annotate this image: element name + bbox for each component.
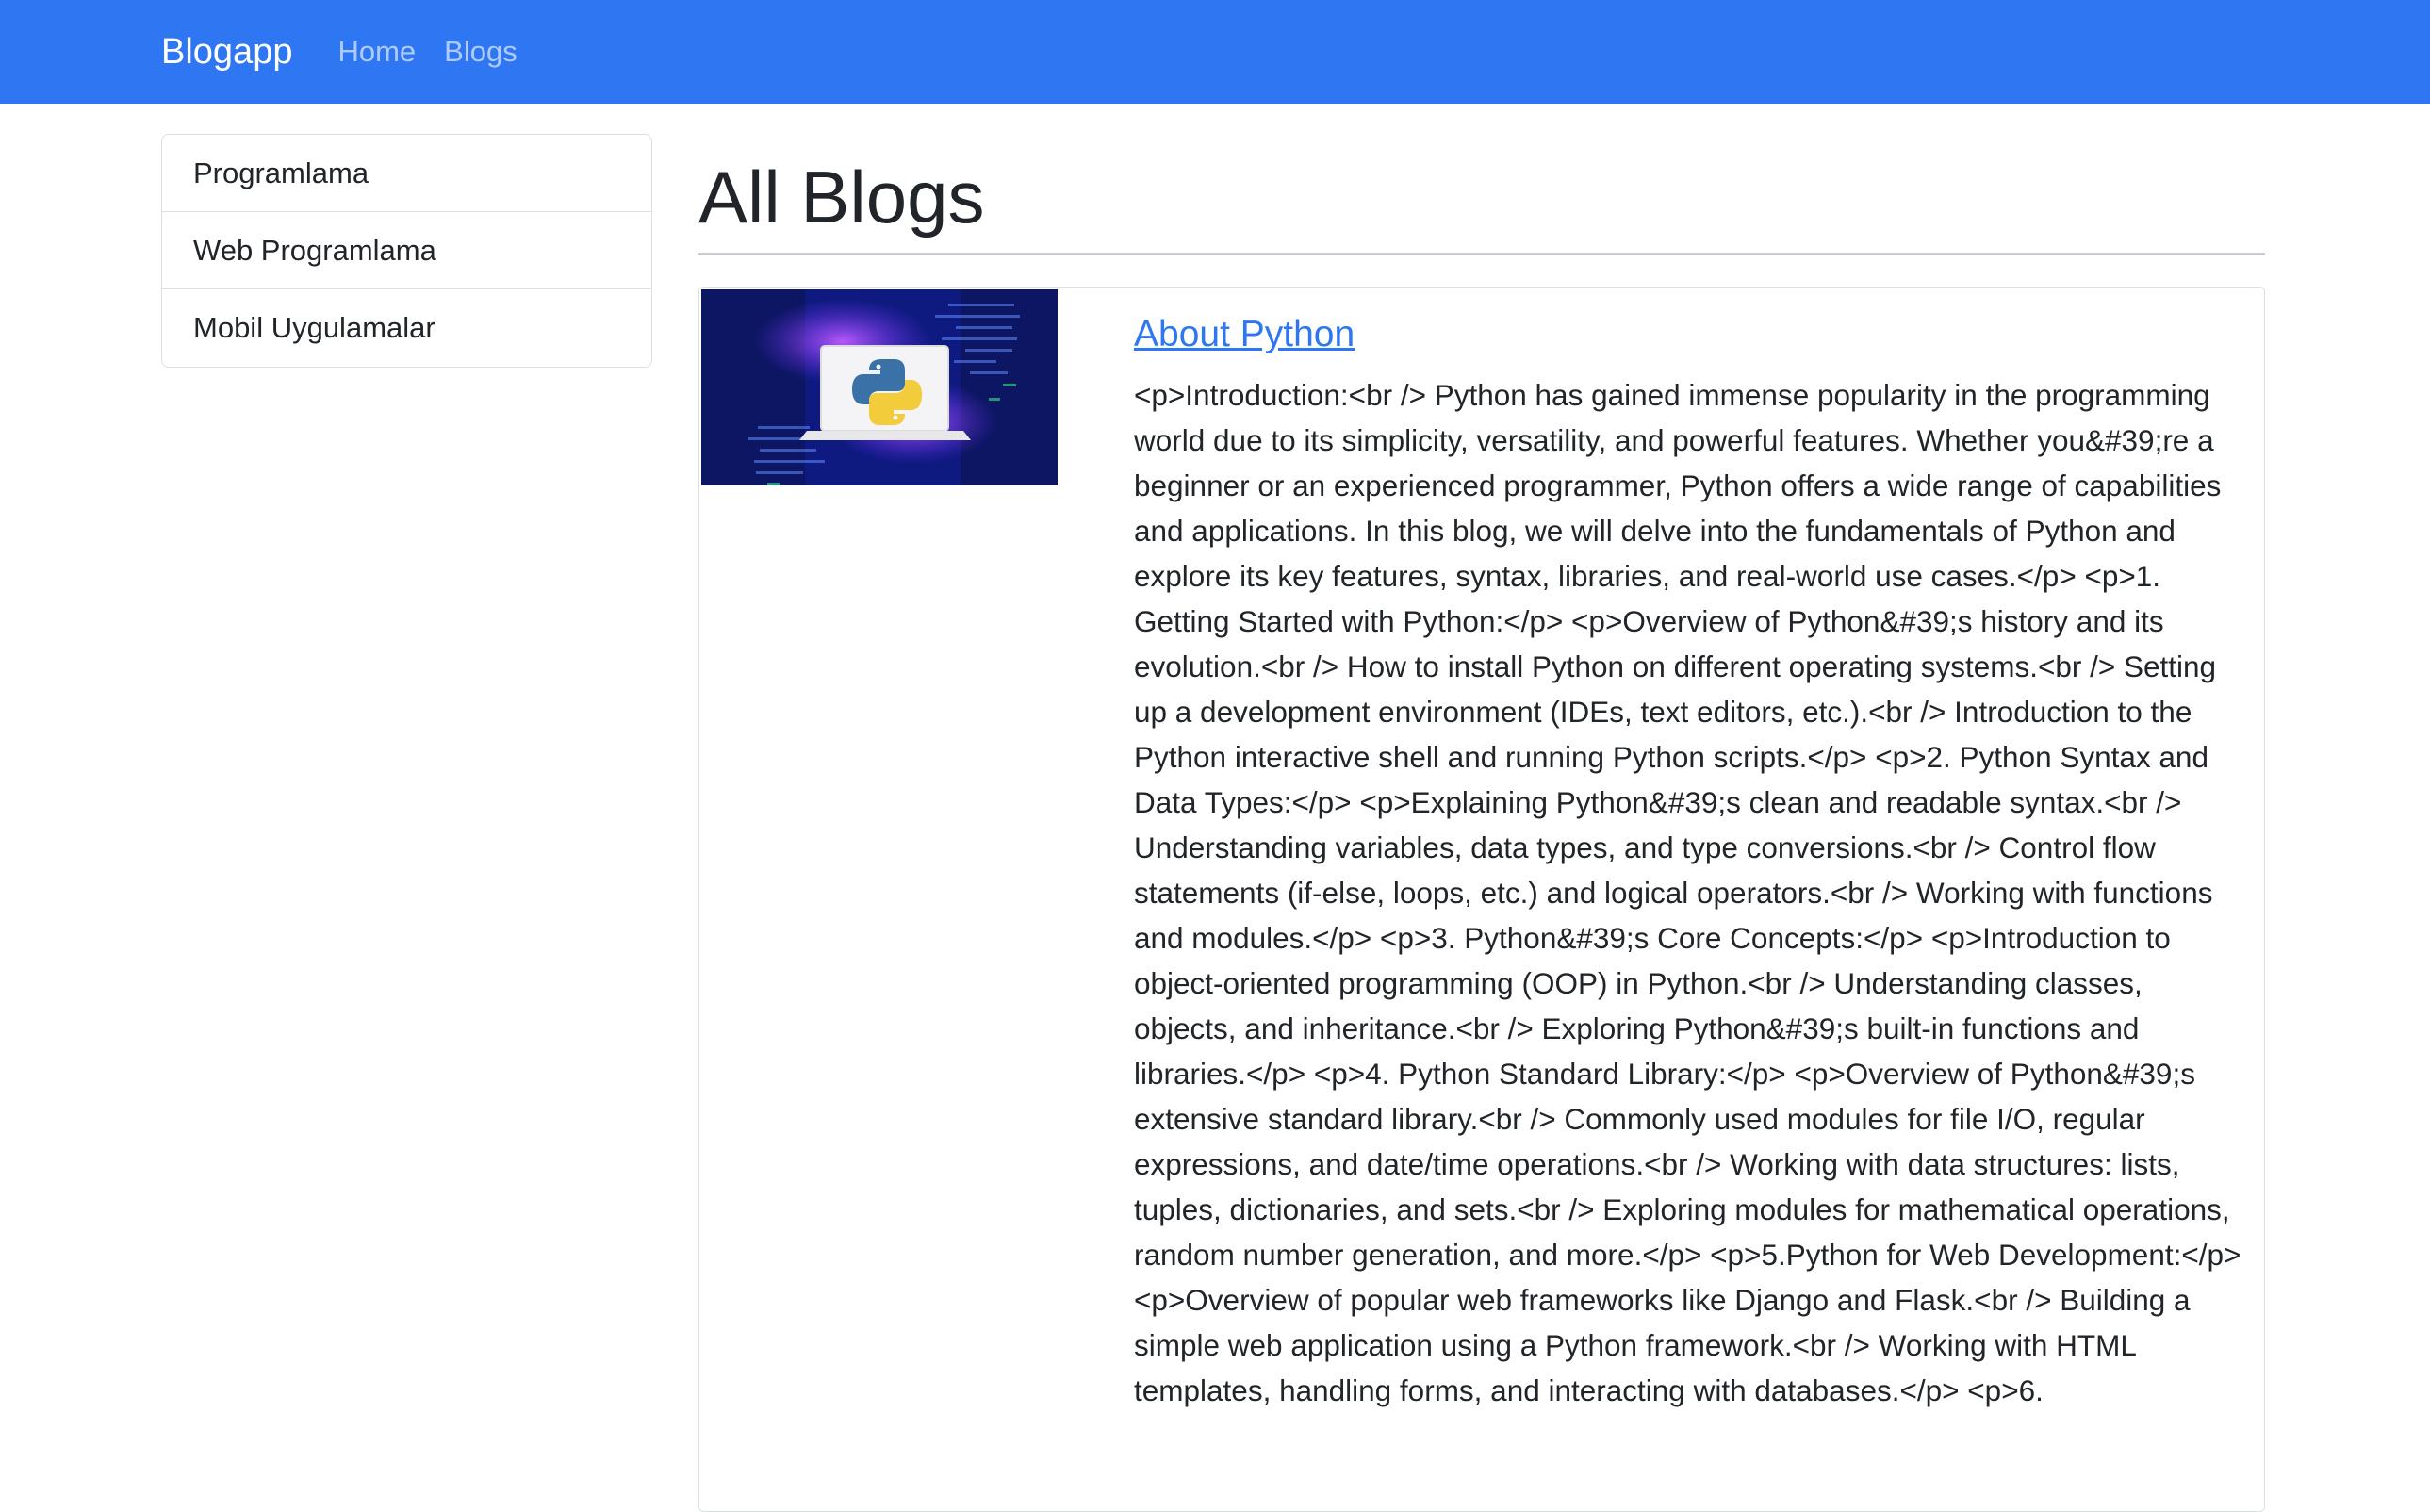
blog-thumbnail[interactable]: [701, 289, 1058, 485]
blog-card: About Python <p>Introduction:<br /> Pyth…: [698, 287, 2265, 1512]
navbar: Blogapp Home Blogs: [0, 0, 2430, 104]
category-item-programlama[interactable]: Programlama: [162, 135, 651, 212]
category-item-mobil-uygulamalar[interactable]: Mobil Uygulamalar: [162, 289, 651, 367]
main-content: All Blogs About Python <p>Introduction:<…: [698, 134, 2265, 1512]
category-item-web-programlama[interactable]: Web Programlama: [162, 212, 651, 289]
nav-link-home[interactable]: Home: [337, 35, 416, 69]
blog-title-link[interactable]: About Python: [1134, 314, 2246, 355]
page-title: All Blogs: [698, 156, 985, 238]
brand-link[interactable]: Blogapp: [161, 32, 292, 73]
blog-excerpt: <p>Introduction:<br /> Python has gained…: [1134, 378, 2241, 1407]
category-list: Programlama Web Programlama Mobil Uygula…: [161, 134, 652, 368]
blog-body: About Python <p>Introduction:<br /> Pyth…: [1134, 314, 2246, 1413]
nav-link-blogs[interactable]: Blogs: [444, 35, 517, 69]
title-divider: [698, 253, 2265, 255]
python-logo-laptop-icon: [701, 289, 1058, 485]
